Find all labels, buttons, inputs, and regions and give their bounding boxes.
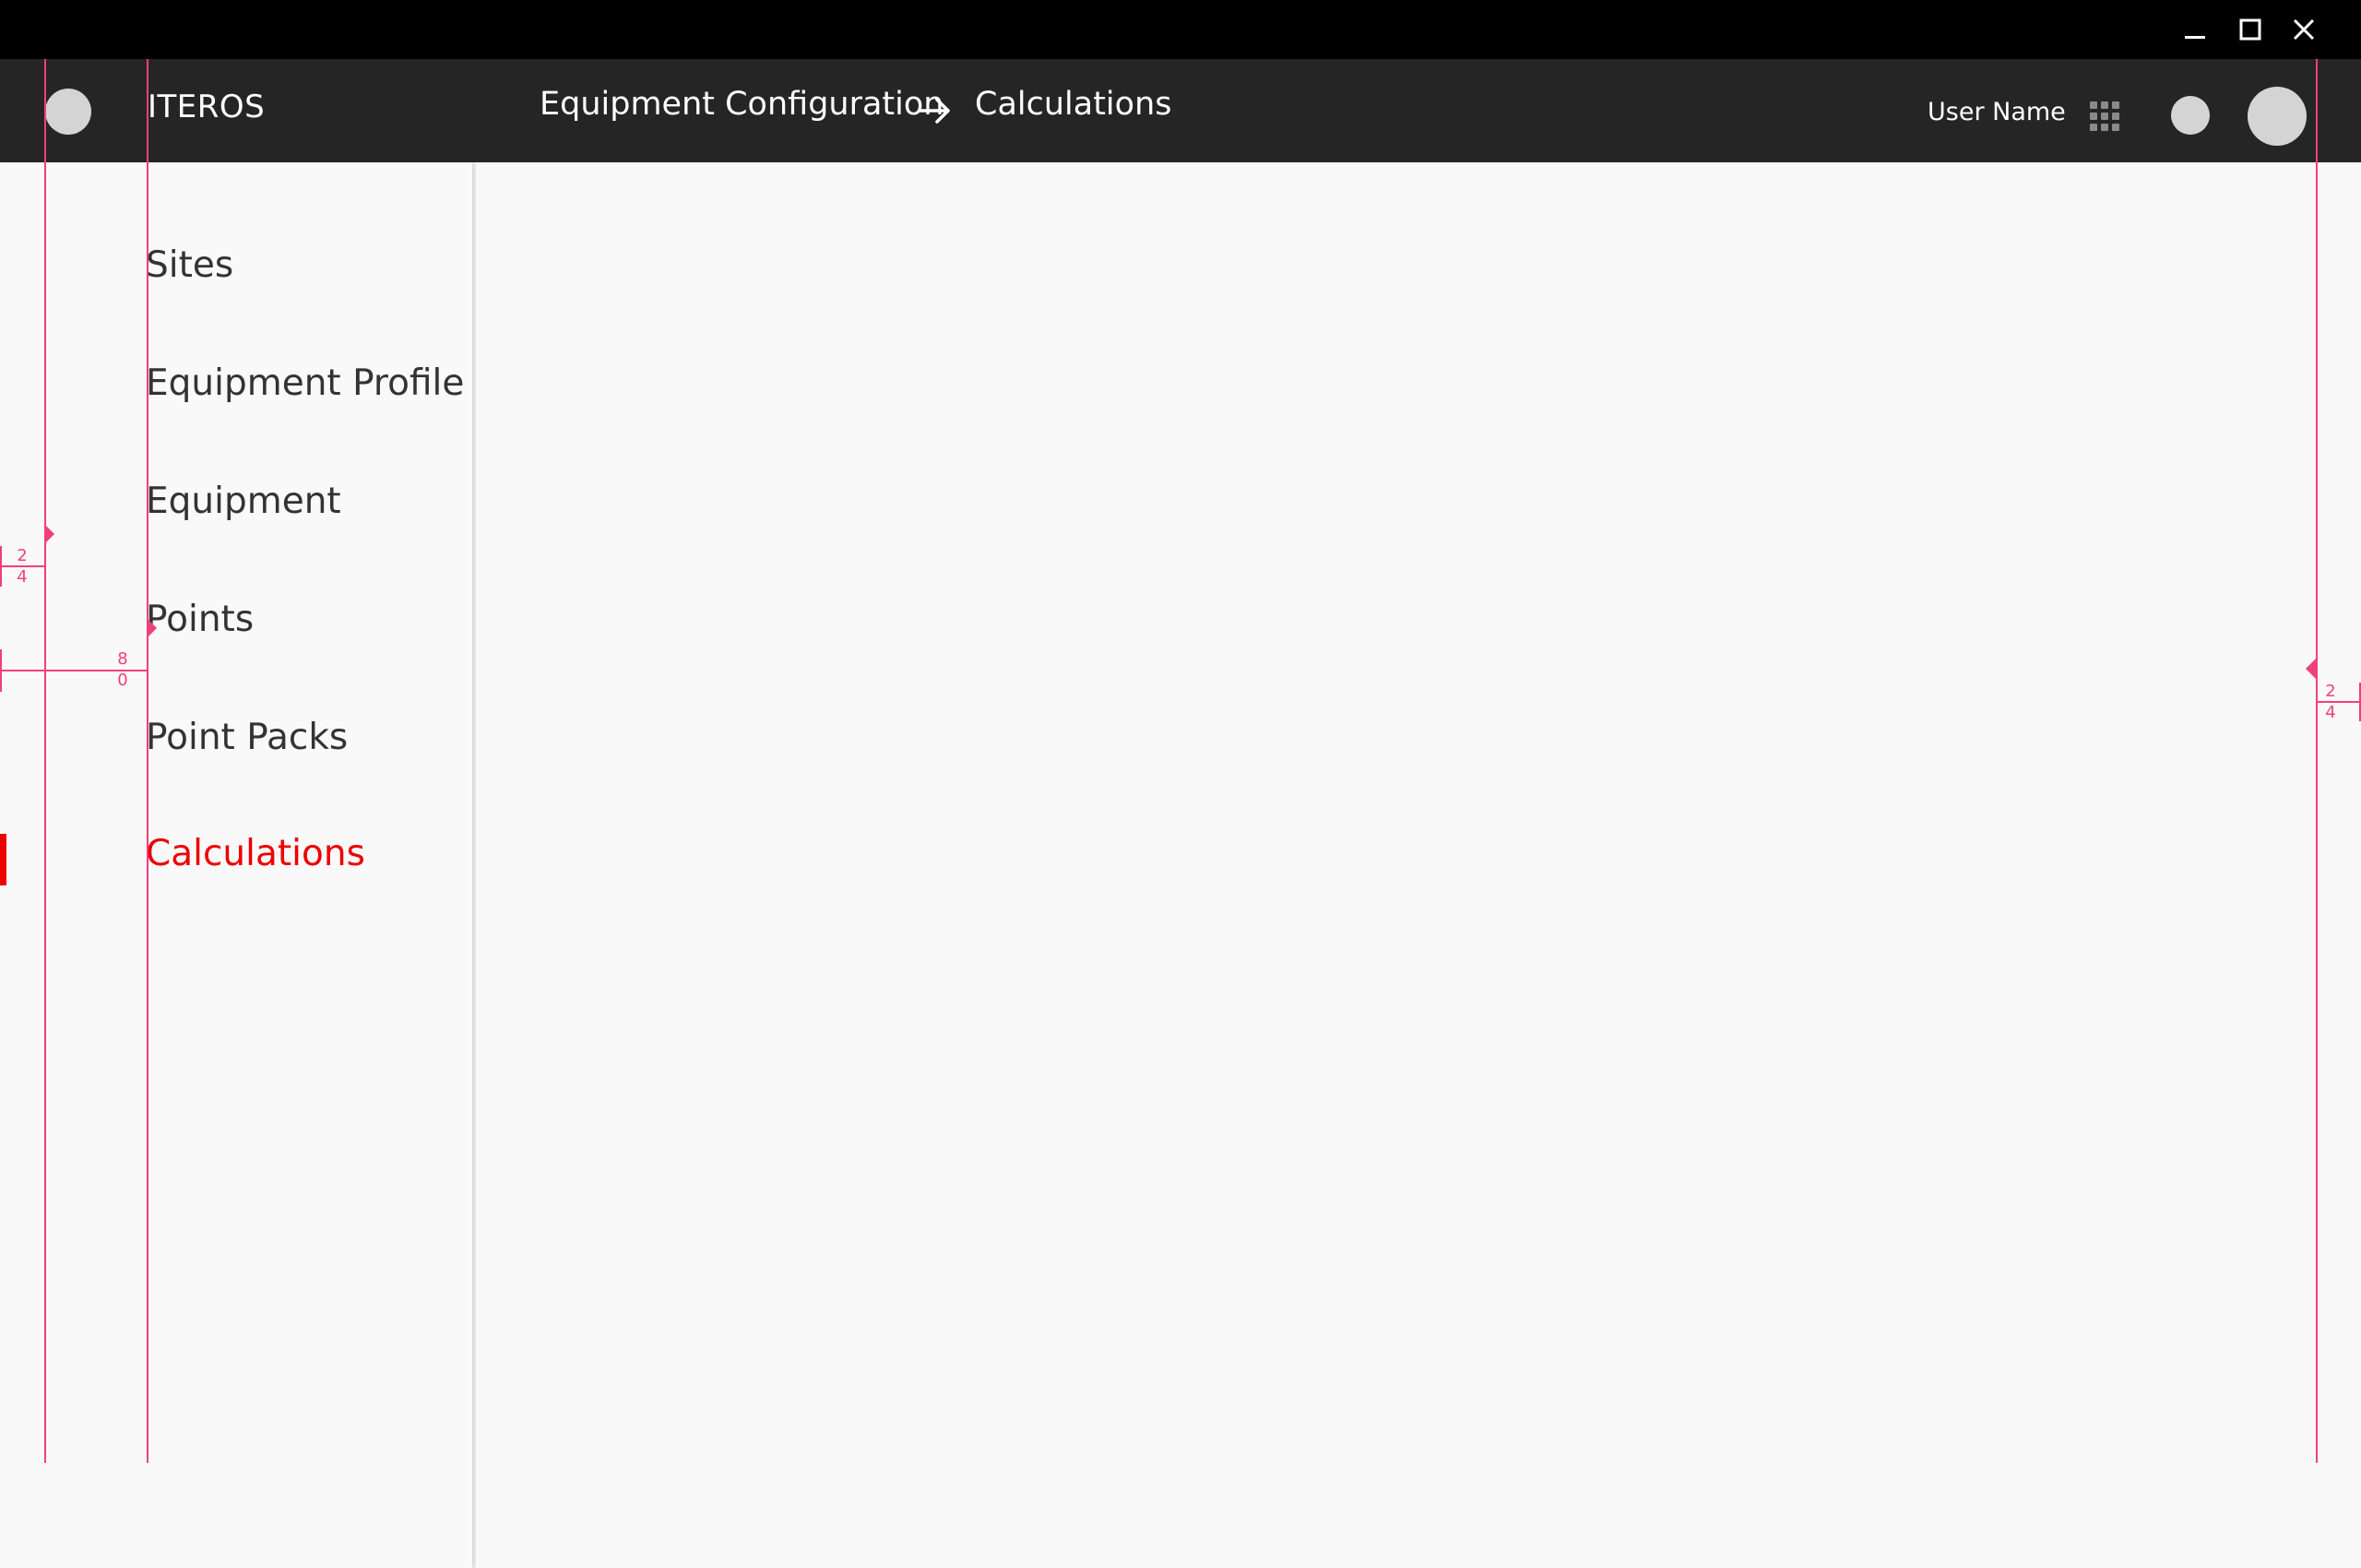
menu-icon[interactable] — [45, 89, 91, 135]
sidebar-item-equipment[interactable]: Equipment — [146, 483, 341, 519]
sidebar-item-calculations[interactable]: Calculations — [146, 836, 365, 872]
avatar[interactable] — [2248, 87, 2307, 146]
app-name: ITEROS — [148, 89, 266, 125]
redline-right-margin-measure — [2316, 701, 2361, 703]
main-content — [476, 162, 2361, 1568]
redline-text-inset-guide — [147, 59, 148, 1463]
maximize-icon[interactable] — [2234, 13, 2267, 46]
breadcrumb-parent[interactable]: Equipment Configuration — [540, 89, 943, 121]
active-indicator — [0, 834, 6, 885]
status-circle-icon[interactable] — [2171, 96, 2210, 135]
sidebar: Sites Equipment Profile Equipment Points… — [0, 162, 472, 1568]
sidebar-item-point-packs[interactable]: Point Packs — [146, 719, 348, 755]
minimize-icon[interactable] — [2178, 13, 2212, 46]
redline-marker — [44, 524, 54, 544]
sidebar-item-sites[interactable]: Sites — [146, 247, 233, 283]
redline-right-margin-label: 24 — [2325, 682, 2336, 722]
close-icon[interactable] — [2287, 13, 2320, 46]
redline-marker — [147, 618, 157, 638]
sidebar-item-equipment-profile[interactable]: Equipment Profile — [146, 365, 464, 401]
breadcrumb-current: Calculations — [975, 86, 1172, 123]
redline-right-margin-guide — [2316, 59, 2318, 1463]
arrow-right-icon — [917, 92, 954, 129]
apps-grid-icon[interactable] — [2088, 100, 2121, 133]
redline-left-margin-guide — [44, 59, 46, 1463]
sidebar-item-points[interactable]: Points — [146, 601, 254, 637]
user-name[interactable]: User Name — [1928, 100, 2066, 125]
app-window: ITEROS Equipment Configuration Calculati… — [0, 0, 2361, 1568]
redline-left-margin-label: 24 — [17, 546, 28, 587]
window-titlebar — [0, 0, 2361, 59]
redline-text-inset-label: 80 — [117, 649, 128, 690]
redline-marker — [2306, 659, 2316, 679]
